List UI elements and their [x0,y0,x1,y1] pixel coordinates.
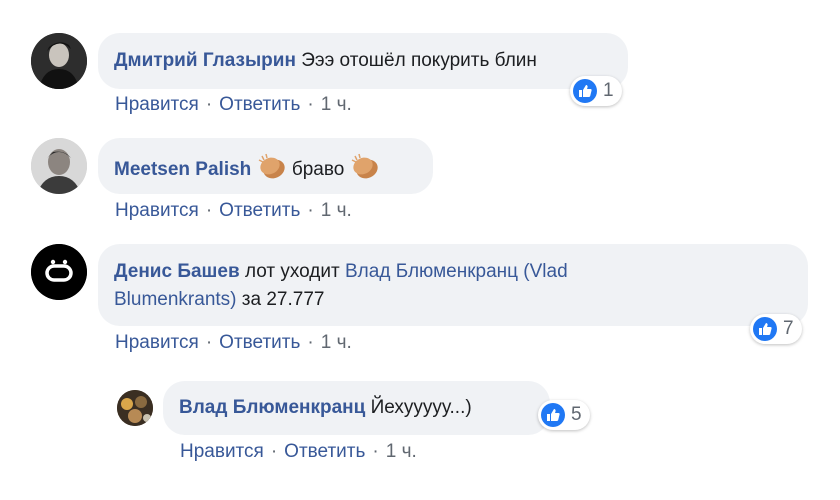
comment-author[interactable]: Дмитрий Глазырин [114,50,296,71]
like-link[interactable]: Нравится [115,200,199,221]
timestamp[interactable]: 1 ч. [386,441,417,462]
reaction-badge[interactable]: 5 [538,400,590,430]
comment-actions: Нравится · Ответить · 1 ч. [115,199,352,223]
separator: · [205,332,213,353]
separator: · [307,94,314,115]
comment-text: Эээ отошёл покурить блин [301,50,537,71]
comment-actions: Нравится · Ответить · 1 ч. [115,93,352,117]
comment-bubble: Meetsen Palish браво [98,138,433,194]
avatar[interactable] [31,33,87,89]
reply-link[interactable]: Ответить [284,441,365,462]
reply-link[interactable]: Ответить [219,332,300,353]
comment-text: браво [291,159,345,180]
comment-text: Йехууууу...) [370,397,472,418]
separator: · [205,200,213,221]
separator: · [372,441,379,462]
clapping-hands-icon [350,152,380,189]
comment-bubble: Денис Башев лот уходит Влад Блюменкранц … [98,244,808,326]
reaction-badge[interactable]: 7 [750,314,802,344]
mention-link[interactable]: Blumenkrants) [114,289,237,310]
reaction-count: 5 [571,404,582,425]
comment-text: за 27.777 [241,289,325,310]
comment-bubble: Дмитрий Глазырин Эээ отошёл покурить бли… [98,33,628,89]
timestamp[interactable]: 1 ч. [321,200,352,221]
timestamp[interactable]: 1 ч. [321,94,352,115]
timestamp[interactable]: 1 ч. [321,332,352,353]
comment-actions: Нравится · Ответить · 1 ч. [180,440,417,464]
avatar[interactable] [31,138,87,194]
like-icon [573,79,597,103]
comment-text: лот уходит [244,261,340,282]
separator: · [307,332,314,353]
separator: · [307,200,314,221]
comment-actions: Нравится · Ответить · 1 ч. [115,331,352,355]
comment-author[interactable]: Денис Башев [114,261,240,282]
reply-link[interactable]: Ответить [219,200,300,221]
reaction-count: 7 [783,318,794,339]
like-icon [753,317,777,341]
comment-author[interactable]: Meetsen Palish [114,159,251,180]
separator: · [205,94,213,115]
comment-author[interactable]: Влад Блюменкранц [179,397,365,418]
mention-link[interactable]: Влад Блюменкранц (Vlad [345,261,568,282]
like-link[interactable]: Нравится [115,94,199,115]
separator: · [270,441,278,462]
clapping-hands-icon [257,152,287,189]
reaction-badge[interactable]: 1 [570,76,622,106]
like-link[interactable]: Нравится [115,332,199,353]
reaction-count: 1 [603,80,614,101]
avatar[interactable] [117,390,153,426]
like-link[interactable]: Нравится [180,441,264,462]
comment-bubble: Влад Блюменкранц Йехууууу...) [163,381,550,435]
like-icon [541,403,565,427]
avatar[interactable] [31,244,87,300]
reply-link[interactable]: Ответить [219,94,300,115]
